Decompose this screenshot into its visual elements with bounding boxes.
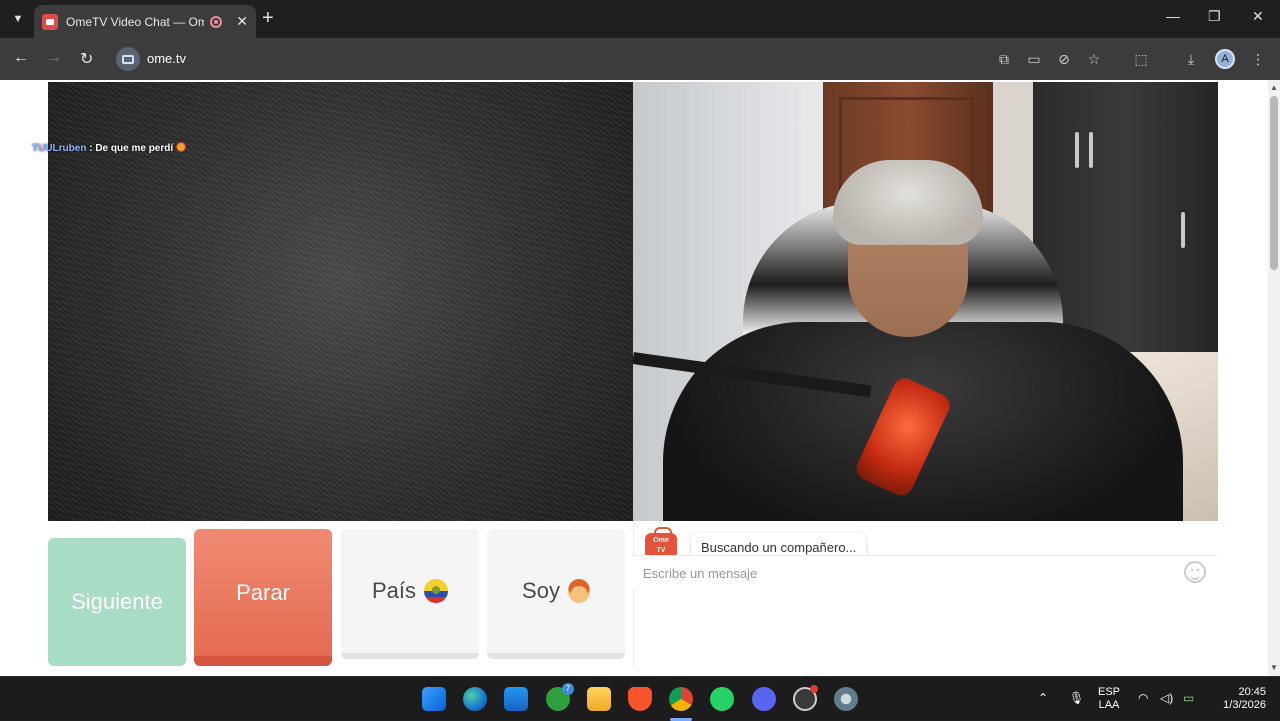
tray-chevron-up-icon[interactable]: ⌃ <box>1038 691 1048 705</box>
microphone-icon[interactable]: 🎙 <box>1069 691 1084 705</box>
site-info-icon[interactable] <box>116 47 140 71</box>
tab-title: OmeTV Video Chat — Ome <box>66 14 205 29</box>
clock[interactable]: 20:45 1/3/2026 <box>1212 686 1266 712</box>
logo-text-ome: Ome <box>653 537 669 544</box>
person-emoji-icon <box>567 579 590 603</box>
battery-charging-icon[interactable]: ▭ <box>1183 691 1194 705</box>
edge-icon[interactable] <box>463 687 487 711</box>
clock-date: 1/3/2026 <box>1223 699 1266 711</box>
chat-input-row <box>633 555 1218 587</box>
browser-toolbar: ← → ↻ ome.tv ⧉ ▭ ⊘ ☆ ⬚ ⤓ ⋮ <box>0 38 1280 80</box>
country-button-label: País <box>371 578 417 603</box>
reload-icon[interactable]: ↻ <box>80 49 93 69</box>
eye-off-icon[interactable]: ⊘ <box>1056 51 1072 67</box>
menu-dots-icon[interactable]: ⋮ <box>1250 51 1266 67</box>
overlay-username: TUULruben <box>32 143 87 154</box>
scroll-down-arrow-icon[interactable]: ▼ <box>1270 664 1278 672</box>
bookmark-star-icon[interactable]: ☆ <box>1086 51 1102 67</box>
input-language[interactable]: ESP LAA <box>1097 686 1121 712</box>
cabinet-handle <box>1075 132 1079 168</box>
xbox-badge: 7 <box>562 683 574 695</box>
lang-layout: LAA <box>1098 699 1120 711</box>
next-button-label: Siguiente <box>71 589 163 614</box>
ometv-favicon-icon <box>42 13 58 30</box>
stop-button[interactable]: Parar <box>194 529 332 666</box>
whatsapp-icon[interactable] <box>710 687 734 711</box>
forward-arrow-icon[interactable]: → <box>46 49 62 67</box>
discord-icon[interactable] <box>752 687 776 711</box>
translate-icon[interactable]: ⧉ <box>996 51 1012 67</box>
new-tab-button[interactable]: + <box>262 8 274 28</box>
cast-icon[interactable]: ▭ <box>1026 51 1042 67</box>
stream-chat-overlay: TUULruben : De que me perdí <box>32 142 187 154</box>
page-scrollbar[interactable]: ▲ ▼ <box>1268 80 1280 676</box>
scroll-thumb[interactable] <box>1270 96 1278 270</box>
windows-start-icon[interactable] <box>422 687 446 711</box>
clock-time: 20:45 <box>1238 686 1266 698</box>
windows-taskbar: 7 ⌃ 🎙 ESP LAA ◠ ◁) ▭ 20:45 1/3/2026 <box>0 676 1280 721</box>
file-explorer-icon[interactable] <box>587 687 611 711</box>
obs-recording-dot <box>810 685 818 693</box>
lang-code: ESP <box>1097 686 1120 698</box>
tab-strip: ▼ OmeTV Video Chat — Ome ✕ + — ❐ ✕ <box>0 0 1280 38</box>
tab-ometv[interactable]: OmeTV Video Chat — Ome ✕ <box>34 5 256 38</box>
stop-button-label: Parar <box>236 579 290 605</box>
overlay-message: : De que me perdí <box>86 143 174 154</box>
gender-button[interactable]: Soy <box>487 529 625 659</box>
store-icon[interactable] <box>504 687 528 711</box>
cabinet-handle <box>1089 132 1093 168</box>
message-input[interactable] <box>643 563 1163 583</box>
profile-avatar[interactable]: A <box>1215 49 1235 69</box>
tab-search-chevron-icon[interactable]: ▼ <box>6 7 30 31</box>
brave-icon[interactable] <box>628 687 652 711</box>
gender-button-label: Soy <box>522 578 560 603</box>
recording-indicator-icon <box>210 15 223 28</box>
emoji-picker-icon[interactable] <box>1184 561 1206 583</box>
wifi-icon[interactable]: ◠ <box>1138 691 1148 705</box>
prohibited-emoji-icon <box>176 142 187 152</box>
country-button[interactable]: País <box>341 529 479 659</box>
chat-panel: Ome TV Buscando un compañero... <box>633 521 1218 667</box>
ecuador-flag-icon <box>424 579 449 603</box>
cabinet-handle <box>1181 212 1185 248</box>
chrome-icon[interactable] <box>669 687 693 711</box>
address-bar[interactable]: ome.tv <box>112 43 1122 75</box>
back-arrow-icon[interactable]: ← <box>13 49 29 67</box>
next-button[interactable]: Siguiente <box>48 538 186 666</box>
settings-gear-icon[interactable] <box>834 687 858 711</box>
extensions-icon[interactable]: ⬚ <box>1133 51 1149 67</box>
download-icon[interactable]: ⤓ <box>1183 51 1199 67</box>
close-window-button[interactable]: ✕ <box>1252 8 1264 25</box>
maximize-button[interactable]: ❐ <box>1208 8 1221 25</box>
url-text: ome.tv <box>147 51 187 66</box>
volume-icon[interactable]: ◁) <box>1160 691 1173 705</box>
tab-close-icon[interactable]: ✕ <box>236 13 248 30</box>
video-person-hair <box>833 160 983 245</box>
scroll-up-arrow-icon[interactable]: ▲ <box>1270 84 1278 92</box>
minimize-button[interactable]: — <box>1166 8 1180 24</box>
self-video <box>633 82 1218 521</box>
